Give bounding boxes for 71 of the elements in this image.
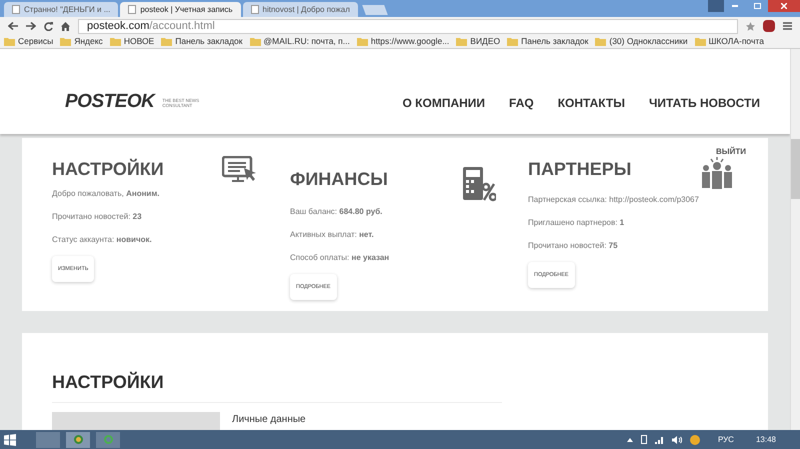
folder-icon <box>356 37 368 46</box>
section-label: Личные данные <box>232 413 306 427</box>
folder-icon <box>110 37 121 46</box>
bookmark-link[interactable]: (30) Одноклассники <box>609 35 688 48</box>
settings-heading: НАСТРОЙКИ <box>52 369 502 403</box>
folder-icon <box>250 37 260 46</box>
close-button[interactable] <box>768 0 800 12</box>
browser-tab[interactable]: Странно! "ДЕНЬГИ и ... <box>4 2 118 17</box>
battery-icon <box>640 435 647 444</box>
panel-heading: ПАРТНЕРЫ <box>528 158 632 181</box>
url-host: posteok.com <box>87 18 150 34</box>
page-icon <box>250 5 259 14</box>
bookmark-link[interactable]: ВИДЕО <box>470 35 500 48</box>
maximize-button[interactable] <box>754 3 760 9</box>
volume-icon[interactable] <box>672 436 682 444</box>
nav-link[interactable]: КОНТАКТЫ <box>558 94 625 112</box>
forward-button[interactable] <box>26 22 36 30</box>
folder-icon <box>507 37 518 46</box>
bookmark-star-icon[interactable] <box>746 22 755 30</box>
nav-link[interactable]: FAQ <box>509 94 534 112</box>
browser-tab[interactable]: posteok | Учетная запись <box>120 2 241 17</box>
bookmark-link[interactable]: Панель закладок <box>175 35 242 48</box>
back-button[interactable] <box>8 22 18 30</box>
people-group-icon <box>700 156 734 190</box>
folder-icon <box>60 37 72 46</box>
start-button[interactable] <box>4 434 16 446</box>
nav-link[interactable]: ЧИТАТЬ НОВОСТИ <box>648 94 760 112</box>
home-button[interactable] <box>61 22 70 30</box>
info-line: Ваш баланс: 684.80 руб. <box>290 206 384 218</box>
panel-heading: ФИНАНСЫ <box>290 168 388 191</box>
folder-icon <box>4 37 15 46</box>
page-icon <box>128 5 136 14</box>
info-line: Добро пожаловать, Аноним. <box>52 188 160 200</box>
folder-icon <box>595 37 606 46</box>
browser-tab[interactable]: hitnovost | Добро пожал <box>242 2 358 17</box>
clock[interactable]: 13:48 <box>756 434 776 446</box>
signal-icon <box>654 436 664 444</box>
logout-link[interactable]: ВЫЙТИ <box>716 146 746 156</box>
menu-icon[interactable] <box>783 22 792 30</box>
tray-app-icon <box>690 434 700 444</box>
bookmark-link[interactable]: Панель закладок <box>521 35 588 48</box>
tray-expand-icon[interactable] <box>626 438 633 442</box>
info-line: Активных выплат: нет. <box>290 229 375 241</box>
page-icon <box>12 5 20 14</box>
folder-icon <box>694 37 706 46</box>
extension-shield-icon[interactable] <box>763 20 775 32</box>
info-line: Приглашено партнеров: 1 <box>528 217 626 229</box>
info-line: Статус аккаунта: новичок. <box>52 234 153 246</box>
browser-taskbar-icon[interactable] <box>66 432 90 448</box>
bookmark-link[interactable]: Яндекс <box>74 35 103 48</box>
bookmark-link[interactable]: @MAIL.RU: почта, п... <box>264 35 350 48</box>
folder-icon <box>161 37 172 46</box>
nav-link[interactable]: О КОМПАНИИ <box>402 94 486 112</box>
address-field[interactable]: posteok.com/account.html <box>78 18 738 34</box>
bookmark-link[interactable]: НОВОЕ <box>124 35 154 48</box>
bookmark-link[interactable]: ШКОЛА-почта <box>708 35 764 48</box>
close-icon <box>781 3 787 9</box>
reload-button[interactable] <box>44 22 53 30</box>
info-line: Партнерская ссылка: http://posteok.com/p3067 <box>528 194 700 206</box>
language-indicator[interactable]: РУС <box>718 434 734 446</box>
bookmark-link[interactable]: Сервисы <box>18 35 54 48</box>
url-path: /account.html <box>149 18 215 34</box>
monitor-cursor-icon <box>222 156 258 184</box>
folder-icon <box>456 37 468 46</box>
site-logo: POSTEOK <box>65 90 154 114</box>
bookmark-link[interactable]: https://www.google... <box>370 35 450 48</box>
info-line: Способ оплаты: не указан <box>290 252 390 264</box>
info-line: Прочитано новостей: 23 <box>52 211 143 223</box>
info-line: Прочитано новостей: 75 <box>528 240 619 252</box>
panel-heading: НАСТРОЙКИ <box>52 158 164 181</box>
calculator-percent-icon <box>462 166 496 202</box>
